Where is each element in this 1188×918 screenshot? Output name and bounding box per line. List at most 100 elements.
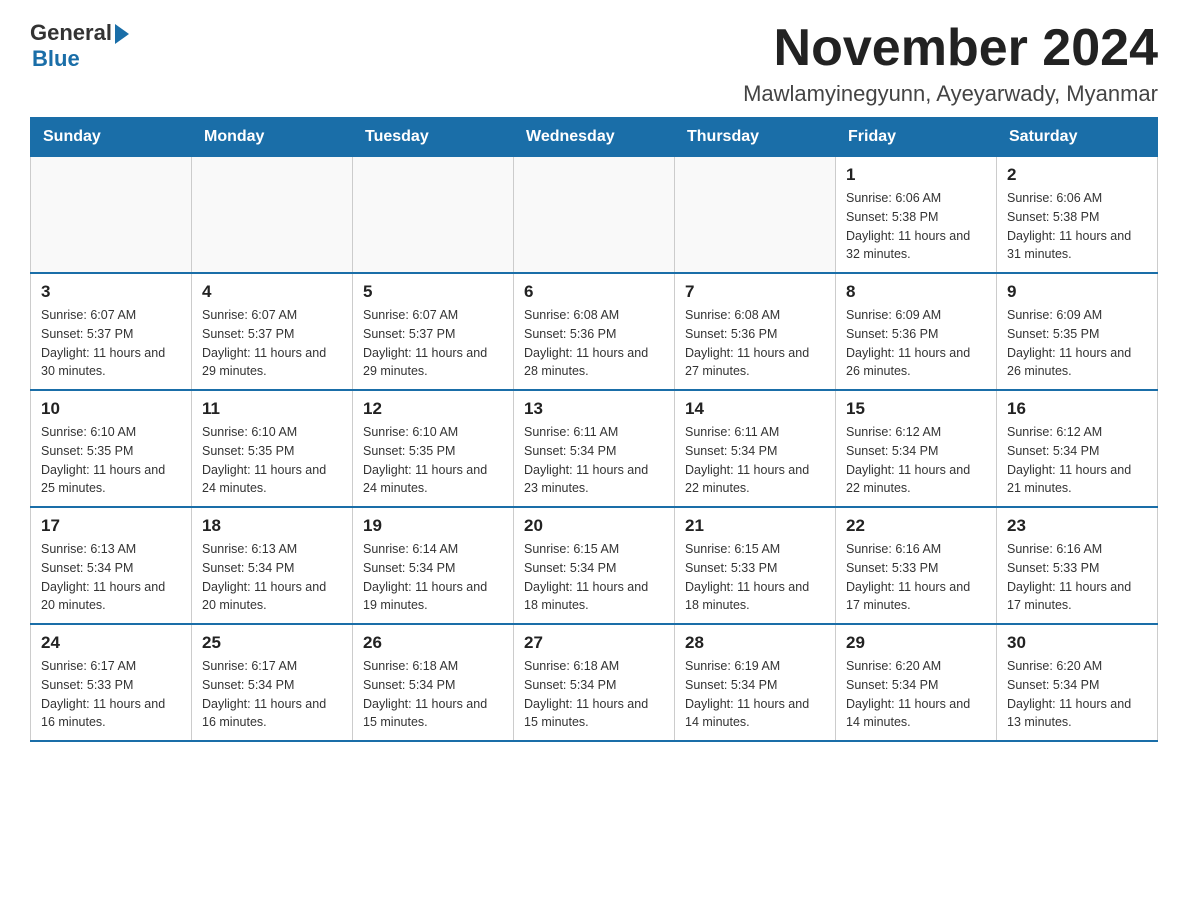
day-number: 11	[202, 399, 342, 419]
calendar-week-row: 24 Sunrise: 6:17 AM Sunset: 5:33 PM Dayli…	[31, 624, 1158, 741]
day-number: 9	[1007, 282, 1147, 302]
page-header: General Blue November 2024 Mawlamyinegyu…	[30, 20, 1158, 107]
calendar-cell: 14 Sunrise: 6:11 AM Sunset: 5:34 PM Dayli…	[675, 390, 836, 507]
day-number: 27	[524, 633, 664, 653]
calendar-cell: 13Sunrise: 6:11 AM Sunset: 5:34 PM Dayli…	[514, 390, 675, 507]
day-number: 29	[846, 633, 986, 653]
day-number: 14	[685, 399, 825, 419]
calendar-cell	[192, 157, 353, 274]
calendar-cell: 26 Sunrise: 6:18 AM Sunset: 5:34 PM Dayli…	[353, 624, 514, 741]
calendar-header: SundayMondayTuesdayWednesdayThursdayFrid…	[31, 118, 1158, 157]
day-info: Sunrise: 6:16 AM Sunset: 5:33 PM Dayligh…	[846, 540, 986, 615]
day-info: Sunrise: 6:06 AM Sunset: 5:38 PM Dayligh…	[846, 189, 986, 264]
day-number: 12	[363, 399, 503, 419]
day-number: 4	[202, 282, 342, 302]
weekday-header-row: SundayMondayTuesdayWednesdayThursdayFrid…	[31, 118, 1158, 157]
day-number: 20	[524, 516, 664, 536]
day-number: 26	[363, 633, 503, 653]
day-info: Sunrise: 6:18 AM Sunset: 5:34 PM Dayligh…	[524, 657, 664, 732]
day-number: 2	[1007, 165, 1147, 185]
logo: General Blue	[30, 20, 129, 72]
day-info: Sunrise: 6:07 AM Sunset: 5:37 PM Dayligh…	[202, 306, 342, 381]
calendar-cell: 10Sunrise: 6:10 AM Sunset: 5:35 PM Dayli…	[31, 390, 192, 507]
day-number: 18	[202, 516, 342, 536]
calendar-cell	[514, 157, 675, 274]
logo-general-text: General	[30, 20, 112, 46]
weekday-header-wednesday: Wednesday	[514, 118, 675, 157]
calendar-week-row: 3Sunrise: 6:07 AM Sunset: 5:37 PM Daylig…	[31, 273, 1158, 390]
day-info: Sunrise: 6:09 AM Sunset: 5:36 PM Dayligh…	[846, 306, 986, 381]
day-info: Sunrise: 6:10 AM Sunset: 5:35 PM Dayligh…	[363, 423, 503, 498]
calendar-cell: 21 Sunrise: 6:15 AM Sunset: 5:33 PM Dayli…	[675, 507, 836, 624]
day-info: Sunrise: 6:15 AM Sunset: 5:33 PM Dayligh…	[685, 540, 825, 615]
calendar-cell: 4 Sunrise: 6:07 AM Sunset: 5:37 PM Daylig…	[192, 273, 353, 390]
calendar-cell: 27 Sunrise: 6:18 AM Sunset: 5:34 PM Dayli…	[514, 624, 675, 741]
calendar-week-row: 1 Sunrise: 6:06 AM Sunset: 5:38 PM Daylig…	[31, 157, 1158, 274]
day-number: 16	[1007, 399, 1147, 419]
day-number: 21	[685, 516, 825, 536]
calendar-cell: 11 Sunrise: 6:10 AM Sunset: 5:35 PM Dayli…	[192, 390, 353, 507]
day-info: Sunrise: 6:09 AM Sunset: 5:35 PM Dayligh…	[1007, 306, 1147, 381]
calendar-cell: 20 Sunrise: 6:15 AM Sunset: 5:34 PM Dayli…	[514, 507, 675, 624]
calendar-cell: 29 Sunrise: 6:20 AM Sunset: 5:34 PM Dayli…	[836, 624, 997, 741]
day-number: 17	[41, 516, 181, 536]
day-info: Sunrise: 6:14 AM Sunset: 5:34 PM Dayligh…	[363, 540, 503, 615]
calendar-cell: 22 Sunrise: 6:16 AM Sunset: 5:33 PM Dayli…	[836, 507, 997, 624]
day-number: 7	[685, 282, 825, 302]
calendar-cell: 28Sunrise: 6:19 AM Sunset: 5:34 PM Dayli…	[675, 624, 836, 741]
day-info: Sunrise: 6:12 AM Sunset: 5:34 PM Dayligh…	[1007, 423, 1147, 498]
calendar-cell: 12 Sunrise: 6:10 AM Sunset: 5:35 PM Dayli…	[353, 390, 514, 507]
calendar-table: SundayMondayTuesdayWednesdayThursdayFrid…	[30, 117, 1158, 742]
weekday-header-monday: Monday	[192, 118, 353, 157]
calendar-cell	[675, 157, 836, 274]
logo-blue-text: Blue	[32, 46, 80, 72]
calendar-cell: 5 Sunrise: 6:07 AM Sunset: 5:37 PM Daylig…	[353, 273, 514, 390]
calendar-cell: 25 Sunrise: 6:17 AM Sunset: 5:34 PM Dayli…	[192, 624, 353, 741]
calendar-title: November 2024	[743, 20, 1158, 77]
logo-arrow-icon	[115, 24, 129, 44]
day-number: 15	[846, 399, 986, 419]
day-info: Sunrise: 6:17 AM Sunset: 5:33 PM Dayligh…	[41, 657, 181, 732]
day-info: Sunrise: 6:13 AM Sunset: 5:34 PM Dayligh…	[202, 540, 342, 615]
calendar-cell: 18 Sunrise: 6:13 AM Sunset: 5:34 PM Dayli…	[192, 507, 353, 624]
day-info: Sunrise: 6:08 AM Sunset: 5:36 PM Dayligh…	[685, 306, 825, 381]
day-number: 30	[1007, 633, 1147, 653]
day-number: 24	[41, 633, 181, 653]
day-info: Sunrise: 6:20 AM Sunset: 5:34 PM Dayligh…	[846, 657, 986, 732]
calendar-cell: 24 Sunrise: 6:17 AM Sunset: 5:33 PM Dayli…	[31, 624, 192, 741]
day-number: 6	[524, 282, 664, 302]
calendar-cell: 17Sunrise: 6:13 AM Sunset: 5:34 PM Dayli…	[31, 507, 192, 624]
day-info: Sunrise: 6:16 AM Sunset: 5:33 PM Dayligh…	[1007, 540, 1147, 615]
day-info: Sunrise: 6:11 AM Sunset: 5:34 PM Dayligh…	[685, 423, 825, 498]
day-info: Sunrise: 6:10 AM Sunset: 5:35 PM Dayligh…	[41, 423, 181, 498]
weekday-header-thursday: Thursday	[675, 118, 836, 157]
day-number: 22	[846, 516, 986, 536]
day-info: Sunrise: 6:20 AM Sunset: 5:34 PM Dayligh…	[1007, 657, 1147, 732]
calendar-cell: 8Sunrise: 6:09 AM Sunset: 5:36 PM Daylig…	[836, 273, 997, 390]
calendar-cell: 3Sunrise: 6:07 AM Sunset: 5:37 PM Daylig…	[31, 273, 192, 390]
calendar-cell: 2 Sunrise: 6:06 AM Sunset: 5:38 PM Daylig…	[997, 157, 1158, 274]
calendar-cell: 7 Sunrise: 6:08 AM Sunset: 5:36 PM Daylig…	[675, 273, 836, 390]
calendar-cell: 9 Sunrise: 6:09 AM Sunset: 5:35 PM Daylig…	[997, 273, 1158, 390]
day-number: 13	[524, 399, 664, 419]
day-info: Sunrise: 6:06 AM Sunset: 5:38 PM Dayligh…	[1007, 189, 1147, 264]
day-info: Sunrise: 6:10 AM Sunset: 5:35 PM Dayligh…	[202, 423, 342, 498]
day-number: 23	[1007, 516, 1147, 536]
day-info: Sunrise: 6:15 AM Sunset: 5:34 PM Dayligh…	[524, 540, 664, 615]
calendar-body: 1 Sunrise: 6:06 AM Sunset: 5:38 PM Daylig…	[31, 157, 1158, 742]
day-number: 25	[202, 633, 342, 653]
weekday-header-saturday: Saturday	[997, 118, 1158, 157]
day-number: 19	[363, 516, 503, 536]
calendar-cell: 19 Sunrise: 6:14 AM Sunset: 5:34 PM Dayli…	[353, 507, 514, 624]
title-block: November 2024 Mawlamyinegyunn, Ayeyarwad…	[743, 20, 1158, 107]
day-number: 5	[363, 282, 503, 302]
day-number: 1	[846, 165, 986, 185]
day-info: Sunrise: 6:18 AM Sunset: 5:34 PM Dayligh…	[363, 657, 503, 732]
calendar-subtitle: Mawlamyinegyunn, Ayeyarwady, Myanmar	[743, 81, 1158, 107]
calendar-week-row: 17 Sunrise: 6:13 AM Sunset: 5:34 PM Dayli…	[31, 507, 1158, 624]
calendar-cell: 6Sunrise: 6:08 AM Sunset: 5:36 PM Daylig…	[514, 273, 675, 390]
day-info: Sunrise: 6:17 AM Sunset: 5:34 PM Dayligh…	[202, 657, 342, 732]
day-info: Sunrise: 6:07 AM Sunset: 5:37 PM Dayligh…	[363, 306, 503, 381]
calendar-cell: 16 Sunrise: 6:12 AM Sunset: 5:34 PM Dayli…	[997, 390, 1158, 507]
day-info: Sunrise: 6:12 AM Sunset: 5:34 PM Dayligh…	[846, 423, 986, 498]
